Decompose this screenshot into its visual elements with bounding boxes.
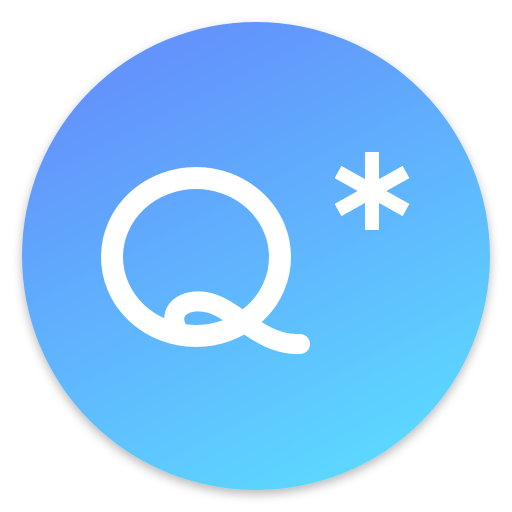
app-icon-graphic bbox=[22, 22, 490, 490]
app-icon[interactable] bbox=[0, 0, 512, 512]
icon-background-circle bbox=[22, 22, 490, 490]
